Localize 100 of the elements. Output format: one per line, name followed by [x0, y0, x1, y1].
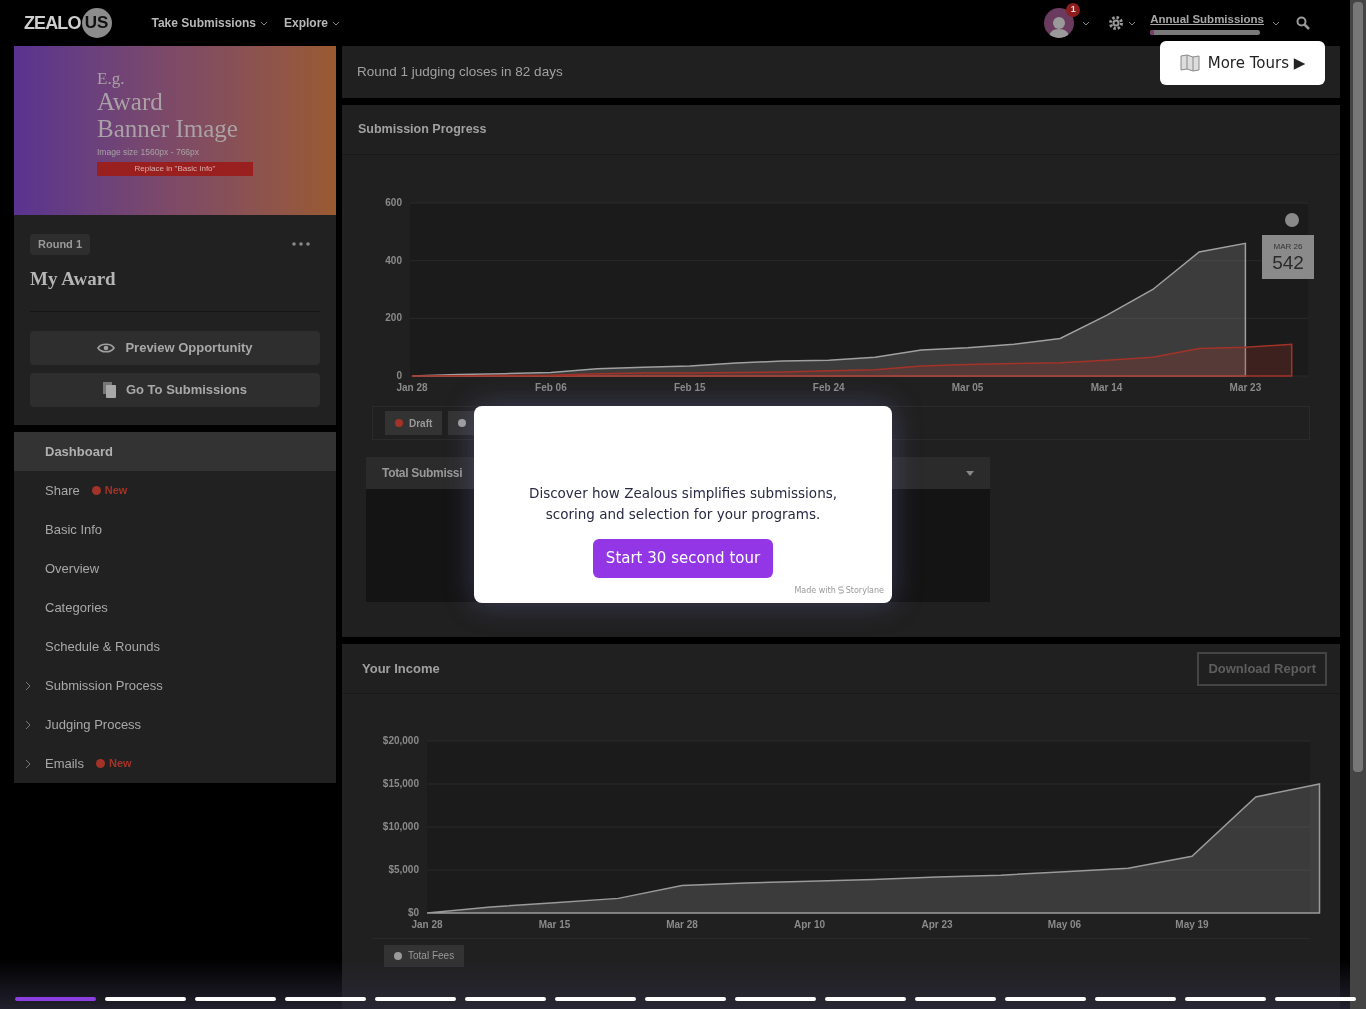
tour-step[interactable]: [1275, 997, 1356, 1001]
credit-text: Made with: [794, 585, 836, 597]
axis-label: May 19: [1175, 919, 1209, 930]
item-label: Schedule & Rounds: [45, 637, 160, 656]
logo[interactable]: ZEALO US: [24, 8, 112, 38]
axis-label: $10,000: [382, 821, 419, 832]
axis-label: $5,000: [388, 864, 419, 875]
tour-step[interactable]: [915, 997, 996, 1001]
action-button[interactable]: Preview Opportunity: [30, 331, 320, 365]
legend-item[interactable]: [448, 411, 477, 435]
eye-icon: [97, 343, 116, 353]
tour-step[interactable]: [195, 997, 276, 1001]
tooltip-marker: [1283, 212, 1300, 228]
action-button[interactable]: Go To Submissions: [30, 373, 320, 407]
start-tour-button[interactable]: Start 30 second tour: [592, 539, 774, 578]
axis-label: $15,000: [382, 778, 419, 789]
settings-icon[interactable]: [1108, 15, 1125, 31]
tour-step[interactable]: [375, 997, 456, 1001]
more-tours-button[interactable]: More Tours ▶: [1160, 41, 1325, 85]
replace-note: Replace in "Basic Info": [97, 161, 253, 176]
notification-badge: 1: [1066, 3, 1081, 17]
axis-label: 200: [385, 312, 402, 324]
sidebar-item[interactable]: Emails New: [14, 744, 336, 783]
item-label: Judging Process: [45, 715, 142, 734]
legend-item[interactable]: Total Fees: [384, 944, 465, 967]
tour-step[interactable]: [825, 997, 906, 1001]
dialog-text: Discover how Zealous simplifies submissions, scoring and selection for your programs.: [528, 484, 838, 524]
axis-label: Apr 23: [921, 919, 953, 930]
item-label: Overview: [45, 559, 100, 578]
dropdown-icon[interactable]: [966, 470, 974, 476]
tour-step[interactable]: [15, 997, 96, 1001]
item-label: Categories: [45, 598, 108, 617]
tour-step[interactable]: [285, 997, 366, 1001]
tour-step[interactable]: [1095, 997, 1176, 1001]
program-selector[interactable]: Annual Submissions: [1150, 10, 1264, 29]
axis-label: Mar 05: [951, 382, 984, 393]
axis-label: Jan 28: [411, 919, 443, 930]
new-label: New: [109, 756, 132, 772]
nav-menu[interactable]: Explore: [284, 14, 340, 32]
user-icon: [1049, 16, 1070, 38]
axis-label: Apr 10: [793, 919, 826, 930]
documents-icon: [102, 382, 116, 398]
search-icon[interactable]: [1296, 16, 1310, 30]
sidebar-item[interactable]: Submission Process: [14, 666, 336, 705]
tooltip-value: 542: [1272, 253, 1304, 273]
credit-brand: Storylane: [845, 585, 884, 597]
banner-text: E.g.: [97, 70, 126, 88]
banner-text: Banner Image: [97, 115, 239, 142]
sidebar-item[interactable]: Judging Process: [14, 705, 336, 744]
card-title: Your Income: [362, 659, 440, 678]
item-label: Share: [45, 481, 80, 500]
card-title: Submission Progress: [358, 121, 487, 139]
new-label: New: [104, 483, 128, 499]
sidebar-item[interactable]: Share New: [14, 471, 336, 510]
item-label: Submission Process: [45, 676, 163, 695]
round-badge: Round 1: [30, 234, 90, 255]
caret-icon[interactable]: [1272, 20, 1280, 26]
sidebar-item[interactable]: Overview: [14, 549, 336, 588]
axis-label: $20,000: [382, 735, 419, 746]
banner-note: Image size 1560px - 766px: [97, 146, 201, 159]
sidebar-item[interactable]: Schedule & Rounds: [14, 627, 336, 666]
caret-icon: [260, 20, 268, 26]
nav-menu[interactable]: Take Submissions: [151, 14, 268, 32]
tour-step[interactable]: [105, 997, 186, 1001]
axis-label: Feb 24: [812, 382, 845, 393]
legend-item[interactable]: Draft: [385, 411, 443, 435]
tooltip-date: MAR 26: [1273, 241, 1303, 253]
notice-text: Round 1 judging closes in 82 days: [357, 62, 563, 81]
tour-step[interactable]: [735, 997, 816, 1001]
map-icon: [1179, 54, 1200, 72]
sidebar-item[interactable]: Dashboard: [14, 432, 336, 471]
caret-icon[interactable]: [1128, 20, 1137, 26]
axis-label: Mar 14: [1090, 382, 1123, 393]
axis-label: Mar 28: [666, 919, 698, 930]
axis-label: $0: [407, 907, 419, 918]
award-title: My Award: [30, 264, 320, 312]
item-label: Basic Info: [45, 520, 103, 539]
tour-step[interactable]: [1185, 997, 1266, 1001]
caret-icon: [332, 20, 340, 26]
banner-text: Award: [97, 88, 164, 115]
axis-label: Feb 15: [673, 382, 706, 393]
axis-label: Jan 28: [396, 382, 428, 393]
tour-step[interactable]: [555, 997, 636, 1001]
tour-step[interactable]: [645, 997, 726, 1001]
more-icon[interactable]: [292, 242, 310, 247]
sidebar-item[interactable]: Basic Info: [14, 510, 336, 549]
axis-label: 600: [385, 197, 402, 208]
axis-label: 400: [385, 254, 402, 266]
caret-icon[interactable]: [1082, 20, 1091, 26]
scrollbar[interactable]: [1350, 0, 1366, 1009]
sidebar-item[interactable]: Categories: [14, 588, 336, 627]
item-label: Dashboard: [45, 442, 113, 461]
tour-step[interactable]: [465, 997, 546, 1001]
item-label: Emails: [45, 754, 84, 773]
tour-step[interactable]: [1005, 997, 1086, 1001]
avatar[interactable]: [1044, 8, 1075, 38]
storylane-logo-icon: [837, 586, 844, 596]
axis-label: 0: [396, 370, 402, 381]
axis-label: May 06: [1047, 919, 1082, 930]
axis-label: Mar 15: [538, 919, 571, 930]
